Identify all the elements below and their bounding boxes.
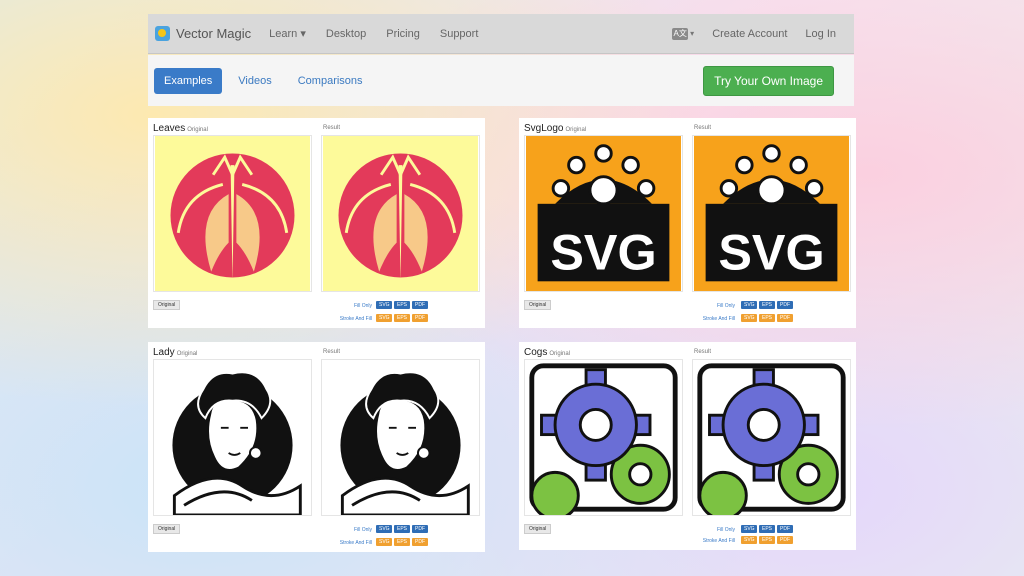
fill-pdf-button[interactable]: PDF xyxy=(777,525,793,533)
login-link[interactable]: Log In xyxy=(805,28,836,40)
result-label: Result xyxy=(323,349,341,355)
fill-pdf-button[interactable]: PDF xyxy=(412,301,428,309)
stroke-pdf-button[interactable]: PDF xyxy=(777,536,793,544)
fill-only-label: Fill Only xyxy=(716,303,735,309)
show-original-button[interactable]: Original xyxy=(524,300,552,310)
fill-svg-button[interactable]: SVG xyxy=(376,301,392,309)
result-image[interactable] xyxy=(321,135,480,292)
language-icon: A文 xyxy=(672,27,689,40)
fill-eps-button[interactable]: EPS xyxy=(394,301,410,309)
original-label: Original xyxy=(549,351,571,357)
result-image[interactable] xyxy=(321,359,480,516)
example-card-cogs: Cogs Original Result Original Fill Only … xyxy=(519,342,856,550)
show-original-button[interactable]: Original xyxy=(153,524,181,534)
fill-svg-button[interactable]: SVG xyxy=(741,301,757,309)
nav-support[interactable]: Support xyxy=(440,28,479,40)
example-card-svglogo: SvgLogo Original Result SVG SVG Original… xyxy=(519,118,856,328)
nav-desktop[interactable]: Desktop xyxy=(326,28,366,40)
fill-only-label: Fill Only xyxy=(353,527,372,533)
original-image[interactable] xyxy=(153,359,312,516)
card-title: SvgLogo Original xyxy=(524,123,586,134)
top-navbar: Vector Magic Learn ▾ Desktop Pricing Sup… xyxy=(148,14,854,54)
original-label: Original xyxy=(187,127,208,133)
card-title-text: Cogs xyxy=(524,347,548,358)
examples-tab-bar: Examples Videos Comparisons Try Your Own… xyxy=(148,55,854,106)
card-title-text: SvgLogo xyxy=(524,123,564,134)
lady-portrait-icon xyxy=(323,360,478,515)
result-label: Result xyxy=(694,125,712,131)
create-account-link[interactable]: Create Account xyxy=(712,28,787,40)
stroke-eps-button[interactable]: EPS xyxy=(394,314,410,322)
card-title: Cogs Original xyxy=(524,347,570,358)
cogs-icon xyxy=(526,360,681,515)
stroke-eps-button[interactable]: EPS xyxy=(759,536,775,544)
stroke-eps-button[interactable]: EPS xyxy=(759,314,775,322)
language-selector[interactable]: A文 ▾ xyxy=(672,27,695,40)
stroke-and-fill-label: Stroke And Fill xyxy=(702,538,735,544)
original-label: Original xyxy=(176,351,198,357)
original-image[interactable]: SVG xyxy=(524,135,683,292)
brand-logo[interactable]: Vector Magic xyxy=(155,26,251,41)
stroke-svg-button[interactable]: SVG xyxy=(741,536,757,544)
stroke-and-fill-label: Stroke And Fill xyxy=(339,540,372,546)
lady-portrait-icon xyxy=(155,360,310,515)
stroke-svg-button[interactable]: SVG xyxy=(376,538,392,546)
stroke-svg-button[interactable]: SVG xyxy=(376,314,392,322)
stroke-pdf-button[interactable]: PDF xyxy=(412,314,428,322)
fill-pdf-button[interactable]: PDF xyxy=(777,301,793,309)
example-card-leaves: Leaves Original Result Original Fill Only… xyxy=(148,118,485,328)
nav-pricing[interactable]: Pricing xyxy=(386,28,420,40)
try-your-own-image-button[interactable]: Try Your Own Image xyxy=(703,65,834,96)
stroke-and-fill-label: Stroke And Fill xyxy=(702,316,735,322)
stroke-and-fill-label: Stroke And Fill xyxy=(339,316,372,322)
stroke-svg-button[interactable]: SVG xyxy=(741,314,757,322)
nav-learn[interactable]: Learn ▾ xyxy=(269,27,306,40)
example-card-lady: Lady Original Result Original Fill Only … xyxy=(148,342,485,552)
tab-videos[interactable]: Videos xyxy=(228,68,281,94)
fill-only-label: Fill Only xyxy=(716,527,735,533)
chevron-down-icon: ▾ xyxy=(690,29,695,38)
result-label: Result xyxy=(323,125,341,131)
vector-magic-logo-icon xyxy=(155,26,170,41)
fill-eps-button[interactable]: EPS xyxy=(759,301,775,309)
show-original-button[interactable]: Original xyxy=(524,524,552,534)
fill-pdf-button[interactable]: PDF xyxy=(412,525,428,533)
fill-only-label: Fill Only xyxy=(353,303,372,309)
fill-svg-button[interactable]: SVG xyxy=(741,525,757,533)
card-title: Leaves Original xyxy=(153,123,208,134)
card-title-text: Lady xyxy=(153,347,175,358)
stroke-pdf-button[interactable]: PDF xyxy=(412,538,428,546)
fill-eps-button[interactable]: EPS xyxy=(394,525,410,533)
cogs-icon xyxy=(694,360,849,515)
svg-logo-icon: SVG xyxy=(526,136,681,291)
original-image[interactable] xyxy=(153,135,312,292)
fill-eps-button[interactable]: EPS xyxy=(759,525,775,533)
show-original-button[interactable]: Original xyxy=(153,300,181,310)
stroke-pdf-button[interactable]: PDF xyxy=(777,314,793,322)
stroke-eps-button[interactable]: EPS xyxy=(394,538,410,546)
original-label: Original xyxy=(565,127,587,133)
svg-logo-text: SVG xyxy=(718,224,824,281)
svg-logo-text: SVG xyxy=(550,224,656,281)
leaves-emblem-icon xyxy=(323,136,478,291)
result-image[interactable]: SVG xyxy=(692,135,851,292)
brand-name: Vector Magic xyxy=(176,26,252,41)
tab-comparisons[interactable]: Comparisons xyxy=(288,68,373,94)
result-image[interactable] xyxy=(692,359,851,516)
fill-svg-button[interactable]: SVG xyxy=(376,525,392,533)
leaves-emblem-icon xyxy=(155,136,310,291)
card-title-text: Leaves xyxy=(153,123,186,134)
svg-logo-icon: SVG xyxy=(694,136,849,291)
card-title: Lady Original xyxy=(153,347,197,358)
tab-examples[interactable]: Examples xyxy=(154,67,223,94)
original-image[interactable] xyxy=(524,359,683,516)
result-label: Result xyxy=(694,349,712,355)
